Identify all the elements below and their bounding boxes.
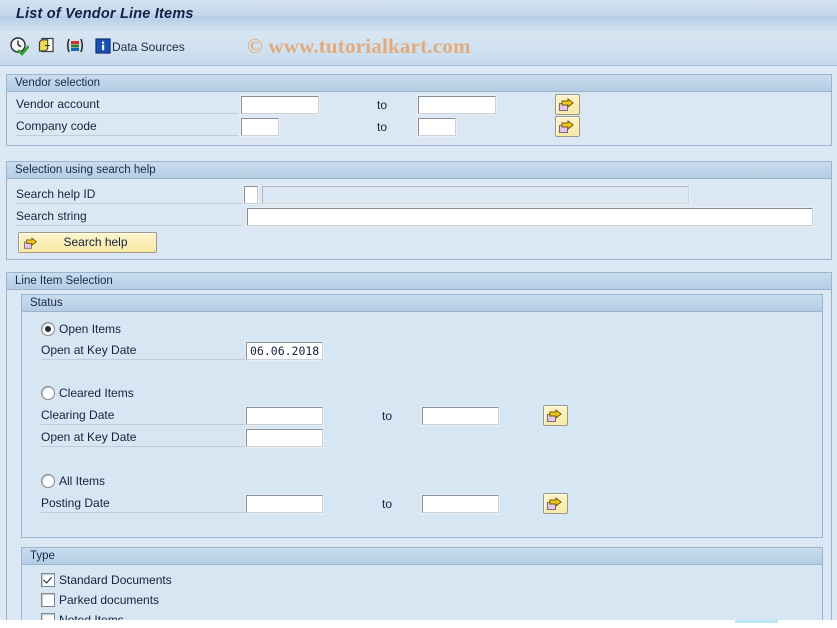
line-item-selection-header: Line Item Selection: [7, 273, 831, 290]
page-title: List of Vendor Line Items: [16, 6, 194, 22]
vendor-account-to-label: to: [377, 98, 388, 112]
posting-date-multi-selection-button[interactable]: [543, 493, 568, 514]
checkbox-parked-documents-label: Parked documents: [59, 593, 160, 607]
radio-open-items-mark: [41, 322, 55, 336]
checkbox-parked-documents-mark: [41, 593, 55, 607]
radio-open-items[interactable]: Open Items: [41, 322, 121, 336]
clearing-date-label: Clearing Date: [41, 408, 258, 425]
radio-cleared-items-mark: [41, 386, 55, 400]
search-string-input[interactable]: [246, 207, 814, 227]
search-help-id-description-input: [261, 185, 690, 205]
company-code-multi-selection-button[interactable]: [555, 116, 580, 137]
multi-selection-arrow-icon: [559, 97, 574, 111]
sap-screen: List of Vendor Line Items Data Sources ©…: [0, 0, 837, 628]
info-icon[interactable]: [93, 36, 113, 56]
status-subpanel: Status Open Items Open at Key Date Clear…: [21, 294, 823, 538]
search-string-label: Search string: [16, 209, 242, 226]
type-subpanel: Type Standard Documents Parked documents…: [21, 547, 823, 628]
posting-date-to-input[interactable]: [421, 494, 500, 514]
company-code-label: Company code: [16, 119, 238, 136]
radio-cleared-items[interactable]: Cleared Items: [41, 386, 134, 400]
search-help-header: Selection using search help: [7, 162, 831, 179]
search-help-panel: Selection using search help Search help …: [6, 161, 832, 260]
execute-clock-icon[interactable]: [9, 36, 30, 56]
vendor-account-multi-selection-button[interactable]: [555, 94, 580, 115]
cleared-open-key-date-label: Open at Key Date: [41, 430, 258, 447]
checkbox-standard-documents-label: Standard Documents: [59, 573, 172, 587]
multi-selection-arrow-icon: [559, 119, 574, 133]
clearing-date-to-input[interactable]: [421, 406, 500, 426]
radio-all-items[interactable]: All Items: [41, 474, 105, 488]
checkbox-parked-documents[interactable]: Parked documents: [41, 593, 159, 607]
search-help-button-label: Search help: [63, 235, 128, 249]
radio-open-items-label: Open Items: [59, 322, 122, 336]
multi-selection-arrow-icon: [547, 408, 562, 422]
window-title-bar: List of Vendor Line Items: [0, 0, 837, 32]
bottom-edge-strip: [0, 620, 837, 628]
cleared-open-key-date-input[interactable]: [245, 428, 324, 448]
status-header: Status: [22, 295, 822, 312]
vendor-selection-panel: Vendor selection Vendor account to Compa…: [6, 74, 832, 146]
posting-date-from-input[interactable]: [245, 494, 324, 514]
posting-date-to-label: to: [382, 497, 393, 511]
clearing-date-multi-selection-button[interactable]: [543, 405, 568, 426]
checkbox-standard-documents-mark: [41, 573, 55, 587]
company-code-from-input[interactable]: [240, 117, 280, 137]
search-help-button[interactable]: Search help: [18, 232, 157, 253]
radio-cleared-items-label: Cleared Items: [59, 386, 134, 400]
clearing-date-to-label: to: [382, 409, 393, 423]
company-code-to-label: to: [377, 120, 388, 134]
data-sources-button[interactable]: Data Sources: [112, 40, 185, 54]
radio-all-items-mark: [41, 474, 55, 488]
vendor-account-label: Vendor account: [16, 97, 238, 114]
selection-options-icon[interactable]: [65, 36, 85, 56]
open-key-date-label: Open at Key Date: [41, 343, 258, 360]
checkbox-standard-documents[interactable]: Standard Documents: [41, 573, 172, 587]
vendor-account-from-input[interactable]: [240, 95, 320, 115]
vendor-selection-header: Vendor selection: [7, 75, 831, 92]
line-item-selection-panel: Line Item Selection Status Open Items Op…: [6, 272, 832, 628]
clearing-date-from-input[interactable]: [245, 406, 324, 426]
posting-date-label: Posting Date: [41, 496, 258, 513]
toolbar-icon-group: [9, 36, 113, 56]
open-key-date-input[interactable]: [245, 341, 324, 361]
multi-selection-arrow-icon: [547, 496, 562, 510]
bottom-edge-segment: [735, 620, 778, 623]
type-header: Type: [22, 548, 822, 565]
vendor-account-to-input[interactable]: [417, 95, 497, 115]
search-help-id-label: Search help ID: [16, 187, 242, 204]
copy-variant-icon[interactable]: [37, 36, 57, 56]
application-toolbar: Data Sources: [0, 31, 837, 66]
radio-all-items-label: All Items: [59, 474, 106, 488]
search-help-id-key-input[interactable]: [243, 185, 259, 205]
company-code-to-input[interactable]: [417, 117, 457, 137]
